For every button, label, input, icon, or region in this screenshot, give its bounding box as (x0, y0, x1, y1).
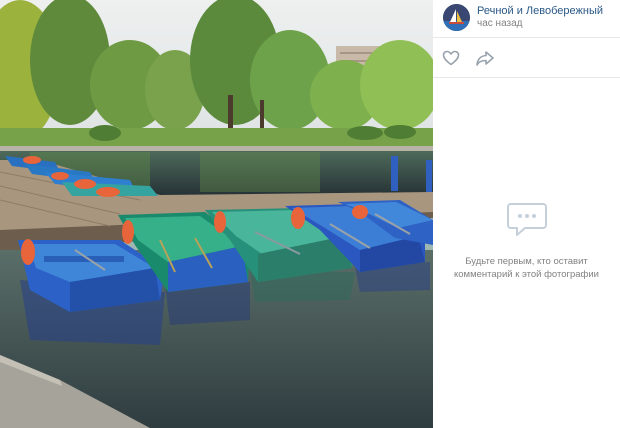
share-button[interactable] (474, 48, 496, 68)
heart-outline-icon (442, 50, 460, 66)
share-arrow-icon (476, 51, 494, 66)
comments-empty-line-2: комментарий к этой фотографии (454, 269, 599, 280)
post-header: Речной и Левобережный час назад (433, 0, 620, 38)
comments-empty-state: Будьте первым, кто оставит комментарий к… (433, 200, 620, 281)
post-actions (433, 38, 620, 78)
comments-panel: Речной и Левобережный час назад Будьте п… (433, 0, 620, 428)
post-photo[interactable] (0, 0, 433, 428)
post-time[interactable]: час назад (477, 18, 523, 29)
author-avatar[interactable] (443, 4, 470, 31)
like-button[interactable] (441, 48, 461, 68)
comments-empty-line-1: Будьте первым, кто оставит (465, 256, 588, 267)
speech-bubble-icon (505, 200, 549, 240)
comments-empty-text: Будьте первым, кто оставит комментарий к… (433, 255, 620, 281)
author-name-link[interactable]: Речной и Левобережный (477, 5, 603, 17)
sailboat-logo-icon (443, 4, 470, 31)
